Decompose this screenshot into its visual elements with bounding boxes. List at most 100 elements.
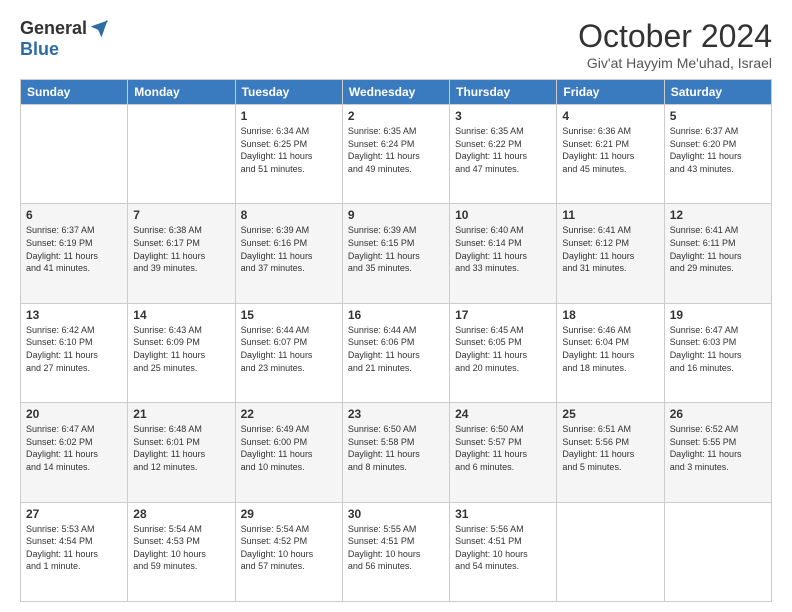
day-number: 7 [133, 208, 229, 222]
calendar-cell: 26 Sunrise: 6:52 AM Sunset: 5:55 PM Dayli… [664, 403, 771, 502]
day-number: 30 [348, 507, 444, 521]
location-subtitle: Giv'at Hayyim Me'uhad, Israel [578, 55, 772, 71]
calendar-cell [21, 105, 128, 204]
weekday-header-sunday: Sunday [21, 80, 128, 105]
day-info: Sunrise: 6:43 AM Sunset: 6:09 PM Dayligh… [133, 324, 229, 374]
day-info: Sunrise: 6:40 AM Sunset: 6:14 PM Dayligh… [455, 224, 551, 274]
weekday-header-monday: Monday [128, 80, 235, 105]
day-info: Sunrise: 5:56 AM Sunset: 4:51 PM Dayligh… [455, 523, 551, 573]
calendar-table: SundayMondayTuesdayWednesdayThursdayFrid… [20, 79, 772, 602]
calendar-week-row: 27 Sunrise: 5:53 AM Sunset: 4:54 PM Dayli… [21, 502, 772, 601]
logo-general-text: General [20, 18, 87, 39]
weekday-header-saturday: Saturday [664, 80, 771, 105]
day-number: 20 [26, 407, 122, 421]
day-info: Sunrise: 6:50 AM Sunset: 5:57 PM Dayligh… [455, 423, 551, 473]
calendar-cell: 14 Sunrise: 6:43 AM Sunset: 6:09 PM Dayli… [128, 303, 235, 402]
calendar-cell: 25 Sunrise: 6:51 AM Sunset: 5:56 PM Dayli… [557, 403, 664, 502]
calendar-cell: 8Sunrise: 6:39 AM Sunset: 6:16 PM Daylig… [235, 204, 342, 303]
calendar-cell: 21 Sunrise: 6:48 AM Sunset: 6:01 PM Dayli… [128, 403, 235, 502]
calendar-cell: 31 Sunrise: 5:56 AM Sunset: 4:51 PM Dayli… [450, 502, 557, 601]
day-number: 23 [348, 407, 444, 421]
day-info: Sunrise: 5:53 AM Sunset: 4:54 PM Dayligh… [26, 523, 122, 573]
calendar-cell: 27 Sunrise: 5:53 AM Sunset: 4:54 PM Dayli… [21, 502, 128, 601]
calendar-week-row: 13 Sunrise: 6:42 AM Sunset: 6:10 PM Dayli… [21, 303, 772, 402]
calendar-cell: 10 Sunrise: 6:40 AM Sunset: 6:14 PM Dayli… [450, 204, 557, 303]
calendar-cell: 6 Sunrise: 6:37 AM Sunset: 6:19 PM Daylig… [21, 204, 128, 303]
day-number: 6 [26, 208, 122, 222]
day-number: 2 [348, 109, 444, 123]
calendar-cell: 30 Sunrise: 5:55 AM Sunset: 4:51 PM Dayli… [342, 502, 449, 601]
day-number: 17 [455, 308, 551, 322]
day-number: 25 [562, 407, 658, 421]
calendar-cell: 2 Sunrise: 6:35 AM Sunset: 6:24 PM Daylig… [342, 105, 449, 204]
page: General Blue October 2024 Giv'at Hayyim … [0, 0, 792, 612]
title-block: October 2024 Giv'at Hayyim Me'uhad, Isra… [578, 18, 772, 71]
calendar-week-row: 6 Sunrise: 6:37 AM Sunset: 6:19 PM Daylig… [21, 204, 772, 303]
logo-blue-text: Blue [20, 39, 59, 60]
day-number: 13 [26, 308, 122, 322]
day-info: Sunrise: 6:35 AM Sunset: 6:24 PM Dayligh… [348, 125, 444, 175]
calendar-week-row: 1 Sunrise: 6:34 AM Sunset: 6:25 PM Daylig… [21, 105, 772, 204]
day-info: Sunrise: 6:37 AM Sunset: 6:20 PM Dayligh… [670, 125, 766, 175]
calendar-cell: 3Sunrise: 6:35 AM Sunset: 6:22 PM Daylig… [450, 105, 557, 204]
header: General Blue October 2024 Giv'at Hayyim … [20, 18, 772, 71]
day-info: Sunrise: 6:48 AM Sunset: 6:01 PM Dayligh… [133, 423, 229, 473]
month-title: October 2024 [578, 18, 772, 55]
day-number: 22 [241, 407, 337, 421]
calendar-cell: 12Sunrise: 6:41 AM Sunset: 6:11 PM Dayli… [664, 204, 771, 303]
calendar-cell: 28 Sunrise: 5:54 AM Sunset: 4:53 PM Dayli… [128, 502, 235, 601]
weekday-header-wednesday: Wednesday [342, 80, 449, 105]
day-info: Sunrise: 6:51 AM Sunset: 5:56 PM Dayligh… [562, 423, 658, 473]
day-number: 27 [26, 507, 122, 521]
calendar-cell [128, 105, 235, 204]
day-number: 28 [133, 507, 229, 521]
day-info: Sunrise: 6:47 AM Sunset: 6:02 PM Dayligh… [26, 423, 122, 473]
day-info: Sunrise: 6:42 AM Sunset: 6:10 PM Dayligh… [26, 324, 122, 374]
day-info: Sunrise: 6:41 AM Sunset: 6:12 PM Dayligh… [562, 224, 658, 274]
day-info: Sunrise: 6:46 AM Sunset: 6:04 PM Dayligh… [562, 324, 658, 374]
day-number: 1 [241, 109, 337, 123]
calendar-cell: 18Sunrise: 6:46 AM Sunset: 6:04 PM Dayli… [557, 303, 664, 402]
day-number: 8 [241, 208, 337, 222]
day-number: 12 [670, 208, 766, 222]
day-number: 5 [670, 109, 766, 123]
day-number: 16 [348, 308, 444, 322]
calendar-cell [664, 502, 771, 601]
day-info: Sunrise: 6:35 AM Sunset: 6:22 PM Dayligh… [455, 125, 551, 175]
calendar-cell: 23Sunrise: 6:50 AM Sunset: 5:58 PM Dayli… [342, 403, 449, 502]
day-number: 19 [670, 308, 766, 322]
calendar-cell: 17Sunrise: 6:45 AM Sunset: 6:05 PM Dayli… [450, 303, 557, 402]
weekday-header-row: SundayMondayTuesdayWednesdayThursdayFrid… [21, 80, 772, 105]
calendar-cell: 11Sunrise: 6:41 AM Sunset: 6:12 PM Dayli… [557, 204, 664, 303]
day-number: 4 [562, 109, 658, 123]
day-info: Sunrise: 6:37 AM Sunset: 6:19 PM Dayligh… [26, 224, 122, 274]
day-number: 24 [455, 407, 551, 421]
day-info: Sunrise: 6:34 AM Sunset: 6:25 PM Dayligh… [241, 125, 337, 175]
day-number: 29 [241, 507, 337, 521]
calendar-cell: 22Sunrise: 6:49 AM Sunset: 6:00 PM Dayli… [235, 403, 342, 502]
day-number: 26 [670, 407, 766, 421]
day-info: Sunrise: 6:38 AM Sunset: 6:17 PM Dayligh… [133, 224, 229, 274]
calendar-cell: 5 Sunrise: 6:37 AM Sunset: 6:20 PM Daylig… [664, 105, 771, 204]
calendar-cell: 24 Sunrise: 6:50 AM Sunset: 5:57 PM Dayli… [450, 403, 557, 502]
calendar-cell: 16Sunrise: 6:44 AM Sunset: 6:06 PM Dayli… [342, 303, 449, 402]
day-info: Sunrise: 6:52 AM Sunset: 5:55 PM Dayligh… [670, 423, 766, 473]
calendar-cell: 15Sunrise: 6:44 AM Sunset: 6:07 PM Dayli… [235, 303, 342, 402]
day-info: Sunrise: 6:36 AM Sunset: 6:21 PM Dayligh… [562, 125, 658, 175]
calendar-cell: 29Sunrise: 5:54 AM Sunset: 4:52 PM Dayli… [235, 502, 342, 601]
day-number: 21 [133, 407, 229, 421]
calendar-cell: 1 Sunrise: 6:34 AM Sunset: 6:25 PM Daylig… [235, 105, 342, 204]
day-info: Sunrise: 5:55 AM Sunset: 4:51 PM Dayligh… [348, 523, 444, 573]
calendar-cell: 7 Sunrise: 6:38 AM Sunset: 6:17 PM Daylig… [128, 204, 235, 303]
day-number: 31 [455, 507, 551, 521]
logo: General Blue [20, 18, 109, 60]
calendar-cell: 13 Sunrise: 6:42 AM Sunset: 6:10 PM Dayli… [21, 303, 128, 402]
logo-bird-icon [89, 19, 109, 39]
weekday-header-tuesday: Tuesday [235, 80, 342, 105]
day-number: 9 [348, 208, 444, 222]
day-info: Sunrise: 5:54 AM Sunset: 4:53 PM Dayligh… [133, 523, 229, 573]
day-info: Sunrise: 6:44 AM Sunset: 6:07 PM Dayligh… [241, 324, 337, 374]
day-number: 14 [133, 308, 229, 322]
calendar-cell: 4 Sunrise: 6:36 AM Sunset: 6:21 PM Daylig… [557, 105, 664, 204]
day-number: 10 [455, 208, 551, 222]
